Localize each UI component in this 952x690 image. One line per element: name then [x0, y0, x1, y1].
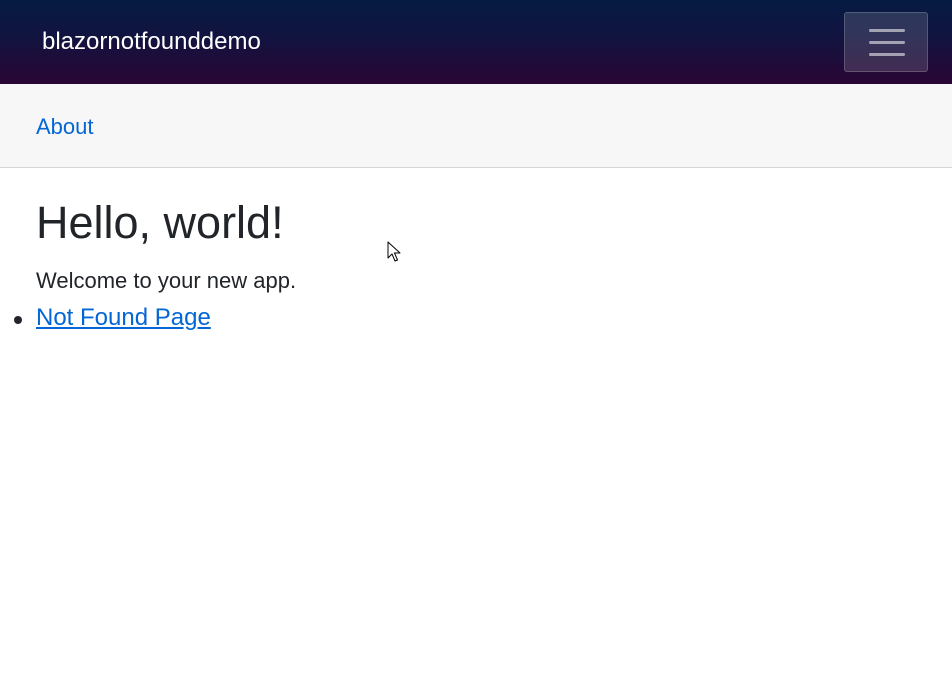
top-row: [0, 84, 952, 168]
welcome-text: Welcome to your new app.: [36, 268, 297, 293]
about-link[interactable]: About: [36, 113, 94, 141]
page-title: Hello, world!: [36, 197, 284, 248]
mouse-pointer-icon: [387, 241, 401, 262]
navbar: blazornotfounddemo: [0, 0, 952, 84]
navbar-toggler-button[interactable]: [844, 12, 928, 72]
list-bullet: [14, 316, 22, 324]
navbar-brand[interactable]: blazornotfounddemo: [42, 26, 261, 58]
not-found-page-link[interactable]: Not Found Page: [36, 303, 211, 333]
